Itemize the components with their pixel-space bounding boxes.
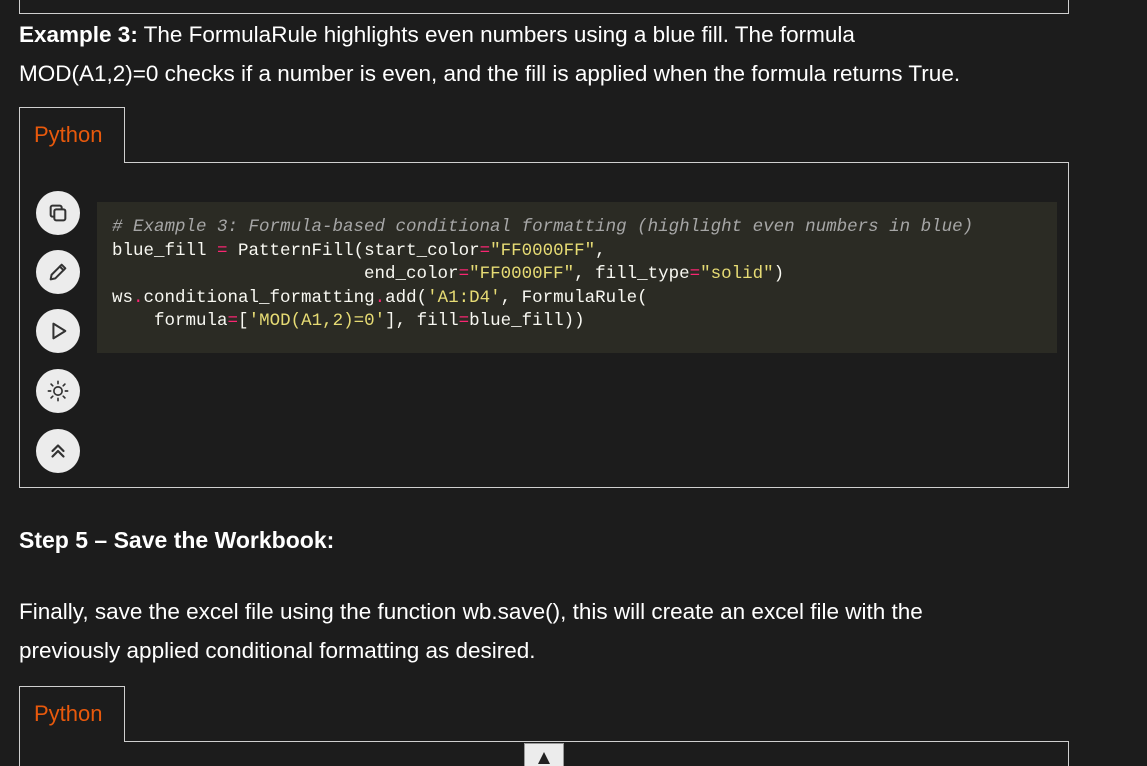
- caret-up-icon: [538, 752, 550, 764]
- code-line-2: blue_fill = PatternFill(start_color="FF0…: [112, 240, 606, 261]
- example3-text-line2: MOD(A1,2)=0 checks if a number is even, …: [19, 61, 961, 86]
- finally-paragraph: Finally, save the excel file using the f…: [19, 592, 1099, 670]
- code-line-1: # Example 3: Formula-based conditional f…: [112, 217, 974, 237]
- double-chevron-up-icon: [51, 444, 65, 458]
- finally-line2: previously applied conditional formattin…: [19, 638, 536, 663]
- tab-python[interactable]: Python: [19, 107, 125, 163]
- code-editor[interactable]: # Example 3: Formula-based conditional f…: [97, 202, 1057, 353]
- theme-toggle-button[interactable]: [36, 369, 80, 413]
- example3-text-line1: The FormulaRule highlights even numbers …: [137, 22, 855, 47]
- code-panel: # Example 3: Formula-based conditional f…: [19, 162, 1069, 488]
- tab-python-2[interactable]: Python: [19, 686, 125, 742]
- code-line-5: formula=['MOD(A1,2)=0'], fill=blue_fill)…: [112, 311, 585, 332]
- step5-heading: Step 5 – Save the Workbook:: [19, 527, 335, 553]
- run-button[interactable]: [36, 309, 80, 353]
- copy-button[interactable]: [36, 191, 80, 235]
- copy-icon: [49, 204, 67, 222]
- previous-code-panel-edge: [19, 0, 1069, 14]
- sun-icon: [47, 380, 69, 402]
- edit-button[interactable]: [36, 250, 80, 294]
- pencil-icon: [49, 263, 67, 281]
- collapse-button[interactable]: [36, 429, 80, 473]
- code-line-3: end_color="FF0000FF", fill_type="solid"): [112, 264, 785, 285]
- finally-line1: Finally, save the excel file using the f…: [19, 599, 923, 624]
- example3-label: Example 3:: [19, 22, 138, 47]
- code-line-4: ws.conditional_formatting.add('A1:D4', F…: [112, 287, 648, 308]
- scroll-to-top-button[interactable]: [524, 743, 564, 766]
- example3-paragraph: Example 3: The FormulaRule highlights ev…: [19, 15, 1099, 93]
- page: Example 3: The FormulaRule highlights ev…: [0, 0, 1147, 766]
- play-icon: [52, 322, 67, 340]
